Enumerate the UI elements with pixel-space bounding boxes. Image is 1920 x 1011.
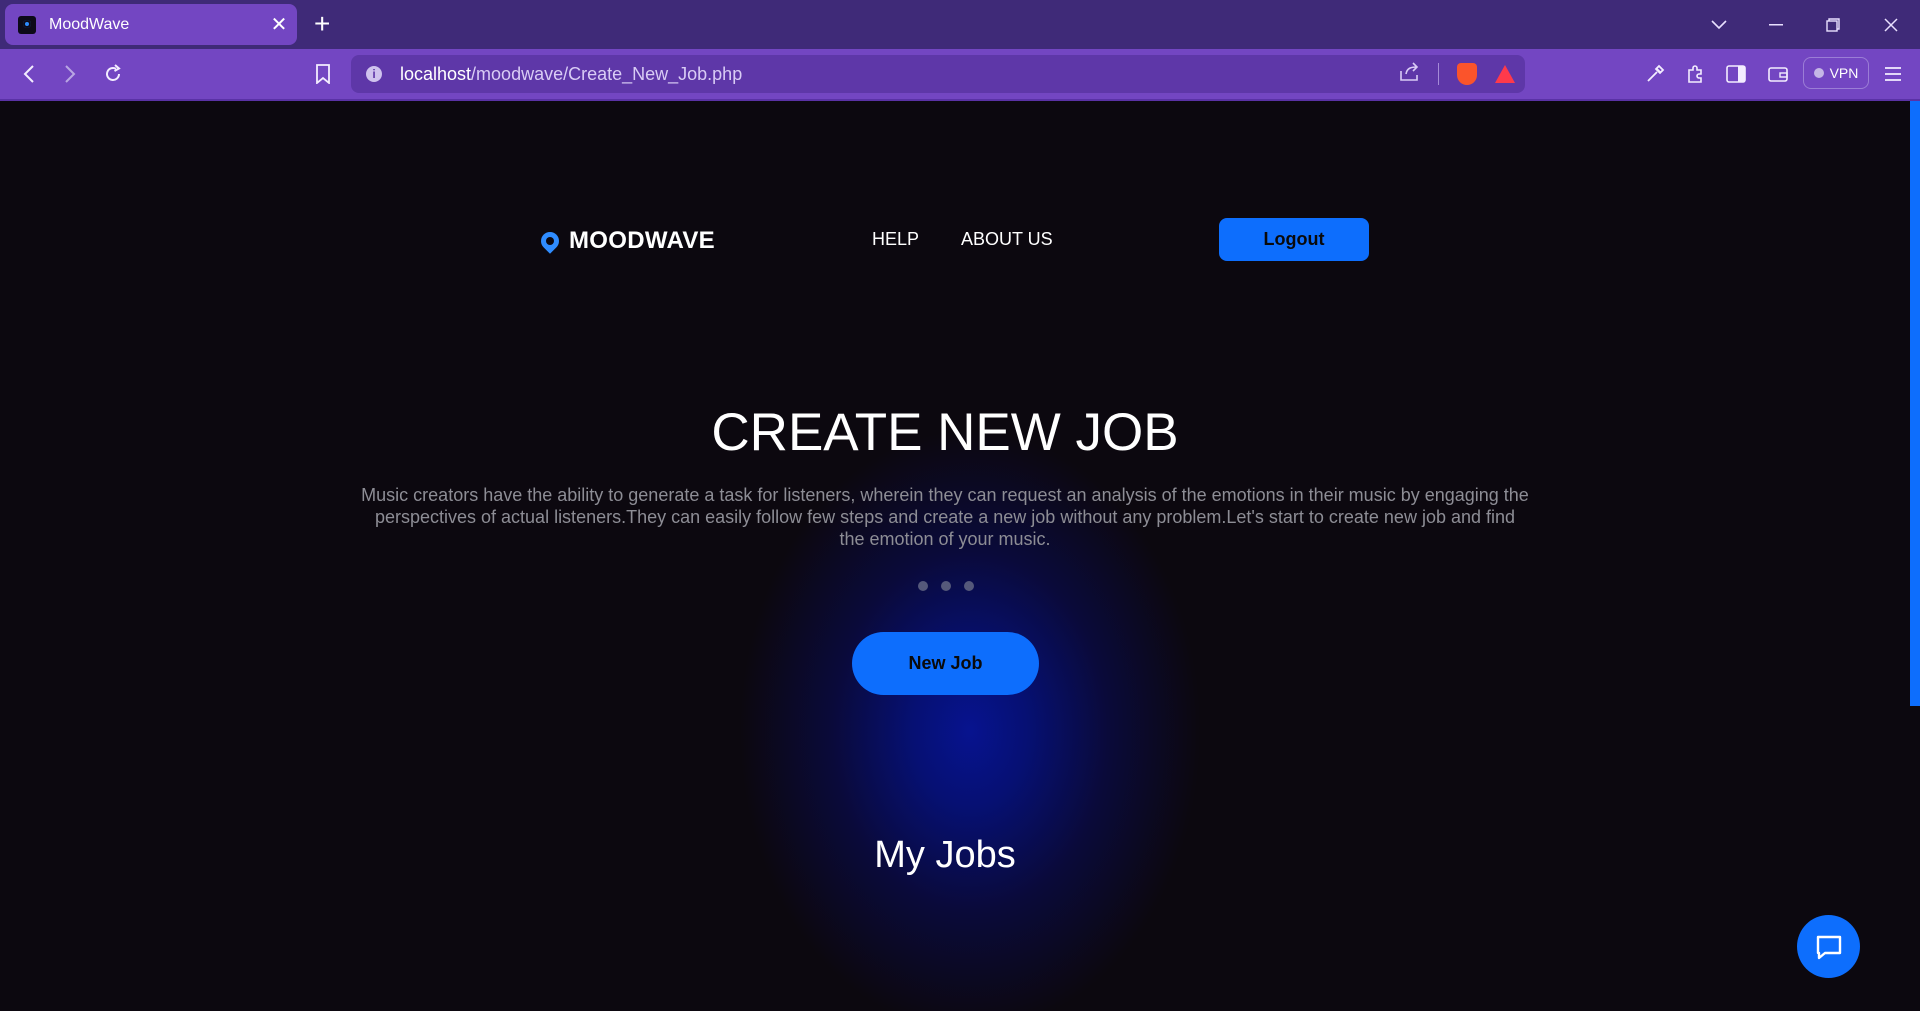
brand-logo[interactable]: MOODWAVE <box>537 227 715 255</box>
browser-tab[interactable]: MoodWave ✕ <box>5 4 297 45</box>
vpn-label: VPN <box>1829 65 1859 81</box>
restore-icon[interactable] <box>1804 0 1862 49</box>
logout-button[interactable]: Logout <box>1219 218 1369 261</box>
browser-tab-strip: MoodWave ✕ + <box>0 0 1920 49</box>
hero-description: Music creators have the ability to gener… <box>361 485 1529 549</box>
loading-dots <box>918 581 974 591</box>
brave-shields-icon[interactable] <box>1457 63 1477 85</box>
chat-button[interactable] <box>1797 915 1860 978</box>
vpn-status-icon <box>1813 68 1824 78</box>
dot <box>941 581 951 591</box>
page-content: MOODWAVE HELP ABOUT US Logout CREATE NEW… <box>0 101 1910 1011</box>
bookmark-icon[interactable] <box>308 49 338 99</box>
forward-arrow-icon[interactable] <box>55 49 85 99</box>
moodwave-favicon-icon <box>18 15 36 34</box>
browser-toolbar: i localhost/moodwave/Create_New_Job.php … <box>0 49 1920 101</box>
menu-icon[interactable] <box>1878 49 1908 99</box>
chat-icon <box>1816 935 1841 959</box>
my-jobs-heading: My Jobs <box>874 834 1016 876</box>
page-title: CREATE NEW JOB <box>711 403 1179 462</box>
site-info-icon[interactable]: i <box>366 66 382 82</box>
dot <box>964 581 974 591</box>
share-icon[interactable] <box>1398 61 1420 87</box>
minimize-icon[interactable] <box>1747 0 1805 49</box>
brand-name: MOODWAVE <box>569 227 715 254</box>
nav-link-help[interactable]: HELP <box>872 227 919 251</box>
location-pin-icon <box>537 228 563 254</box>
reload-icon[interactable] <box>98 49 128 99</box>
url-host: localhost <box>400 63 472 84</box>
url-path: /moodwave/Create_New_Job.php <box>471 63 743 84</box>
address-bar-divider <box>1438 63 1439 85</box>
dot <box>918 581 928 591</box>
eyedropper-icon[interactable] <box>1640 49 1670 99</box>
address-bar[interactable]: i localhost/moodwave/Create_New_Job.php <box>351 55 1525 93</box>
extensions-icon[interactable] <box>1680 49 1710 99</box>
back-arrow-icon[interactable] <box>14 49 44 99</box>
tab-close-icon[interactable]: ✕ <box>261 12 297 37</box>
close-window-icon[interactable] <box>1862 0 1920 49</box>
new-tab-button[interactable]: + <box>314 9 330 39</box>
tab-list-chevron-icon[interactable] <box>1690 0 1748 49</box>
brave-rewards-icon[interactable] <box>1495 65 1515 83</box>
nav-link-about-us[interactable]: ABOUT US <box>961 227 1053 251</box>
wallet-icon[interactable] <box>1763 49 1793 99</box>
scrollbar-thumb[interactable] <box>1910 101 1920 706</box>
new-job-button[interactable]: New Job <box>852 632 1039 695</box>
tab-title: MoodWave <box>49 15 130 33</box>
sidebar-toggle-icon[interactable] <box>1721 49 1751 99</box>
page-scrollbar[interactable] <box>1910 101 1920 1011</box>
vpn-button[interactable]: VPN <box>1803 57 1869 89</box>
